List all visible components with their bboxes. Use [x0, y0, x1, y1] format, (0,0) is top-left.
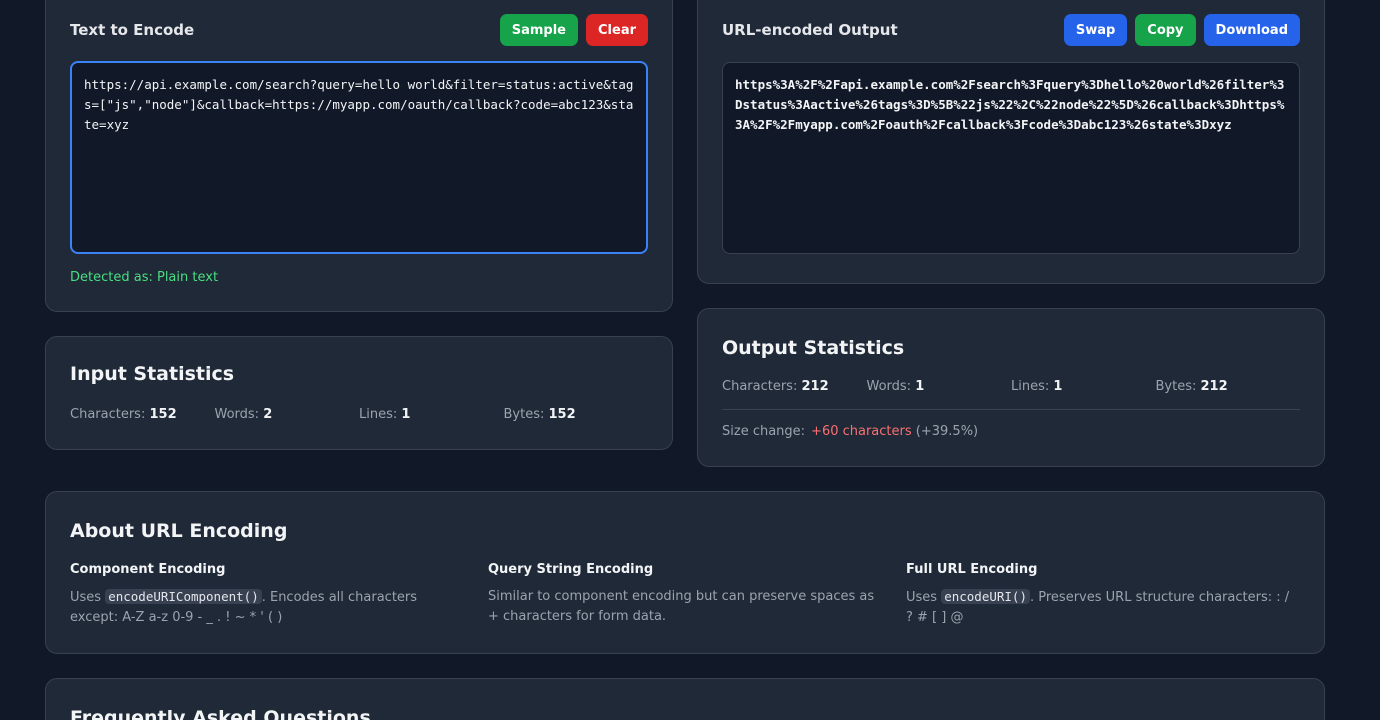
output-stat-lines: Lines: 1 [1011, 379, 1063, 394]
output-textarea[interactable]: https%3A%2F%2Fapi.example.com%2Fsearch%3… [722, 62, 1300, 254]
input-stat-lines: Lines: 1 [359, 407, 411, 422]
stats-divider [722, 409, 1300, 410]
faq-card: Frequently Asked Questions [45, 678, 1325, 720]
about-query-text: Similar to component encoding but can pr… [488, 589, 875, 624]
about-query-heading: Query String Encoding [488, 562, 654, 577]
input-panel-header: Text to Encode Sample Clear [70, 13, 648, 47]
about-full-text: Uses encodeURI(). Preserves URL structur… [906, 589, 1290, 625]
input-stats-title: Input Statistics [70, 363, 235, 385]
output-panel-header: URL-encoded Output Swap Copy Download [722, 13, 1300, 47]
input-stat-bytes: Bytes: 152 [503, 407, 576, 422]
input-stats-row: Characters: 152 Words: 2 Lines: 1 Bytes:… [70, 407, 648, 422]
size-change-percent: (+39.5%) [915, 424, 979, 439]
input-stats-card: Input Statistics Characters: 152 Words: … [45, 336, 673, 450]
about-full-heading: Full URL Encoding [906, 562, 1038, 577]
input-textarea[interactable]: https://api.example.com/search?query=hel… [70, 61, 648, 254]
about-component-text: Uses encodeURIComponent(). Encodes all c… [70, 589, 418, 625]
input-actions: Sample Clear [499, 14, 648, 46]
size-change-value: +60 characters [811, 424, 912, 439]
about-card: About URL Encoding Component Encoding Us… [45, 491, 1325, 654]
output-stat-characters: Characters: 212 [722, 379, 829, 394]
output-panel: URL-encoded Output Swap Copy Download ht… [697, 0, 1325, 284]
output-stat-words: Words: 1 [866, 379, 925, 394]
output-panel-title: URL-encoded Output [722, 21, 898, 39]
about-title: About URL Encoding [70, 520, 288, 542]
output-actions: Swap Copy Download [1063, 14, 1300, 46]
sample-button[interactable]: Sample [499, 14, 578, 46]
input-stat-words: Words: 2 [214, 407, 273, 422]
size-change: Size change: +60 characters (+39.5%) [722, 424, 979, 439]
detected-format: Detected as: Plain text [70, 270, 219, 285]
faq-title: Frequently Asked Questions [70, 707, 371, 720]
input-stat-characters: Characters: 152 [70, 407, 177, 422]
input-panel-title: Text to Encode [70, 21, 195, 39]
output-stats-row: Characters: 212 Words: 1 Lines: 1 Bytes:… [722, 379, 1300, 394]
clear-button[interactable]: Clear [586, 14, 648, 46]
page: Text to Encode Sample Clear https://api.… [0, 0, 1380, 720]
about-query: Query String Encoding Similar to compone… [488, 562, 882, 627]
copy-button[interactable]: Copy [1135, 14, 1196, 46]
input-panel: Text to Encode Sample Clear https://api.… [45, 0, 673, 312]
output-stat-bytes: Bytes: 212 [1155, 379, 1228, 394]
output-stats-title: Output Statistics [722, 337, 905, 359]
about-component-heading: Component Encoding [70, 562, 226, 577]
download-button[interactable]: Download [1203, 14, 1300, 46]
swap-button[interactable]: Swap [1063, 14, 1128, 46]
output-stats-card: Output Statistics Characters: 212 Words:… [697, 308, 1325, 467]
about-full: Full URL Encoding Uses encodeURI(). Pres… [906, 562, 1300, 628]
about-component: Component Encoding Uses encodeURICompone… [70, 562, 464, 628]
